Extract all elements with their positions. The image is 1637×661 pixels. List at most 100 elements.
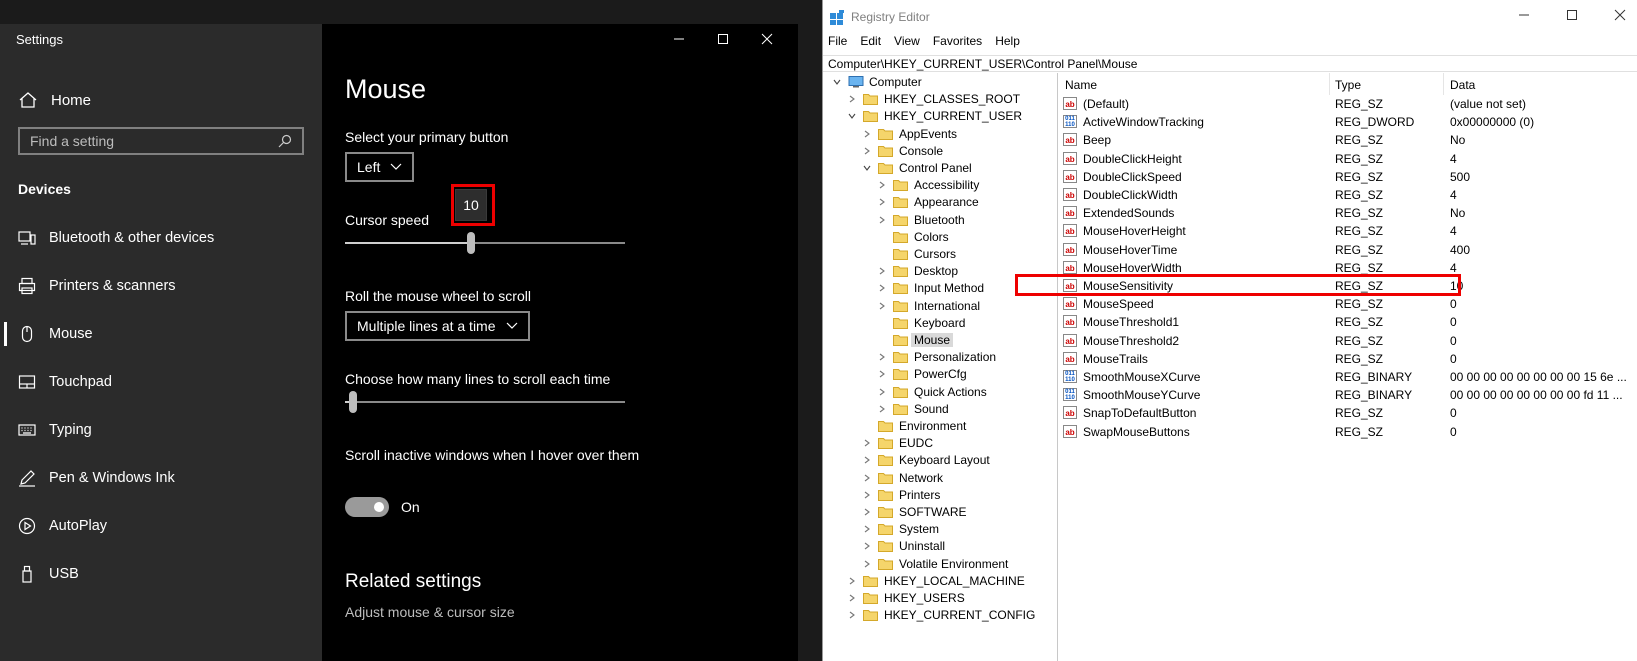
value-row[interactable]: ab SwapMouseButtons REG_SZ 0 — [1059, 423, 1637, 441]
chevron-right-icon[interactable] — [846, 575, 858, 587]
tree-node-input-method[interactable]: Input Method — [876, 279, 984, 297]
slider-thumb[interactable] — [349, 391, 357, 413]
home-nav-item[interactable]: Home — [18, 84, 308, 116]
tree-node-desktop[interactable]: Desktop — [876, 262, 958, 280]
menu-edit[interactable]: Edit — [860, 34, 881, 52]
chevron-right-icon[interactable] — [876, 300, 888, 312]
lines-slider[interactable] — [345, 391, 625, 413]
tree-node-hkey-current-user[interactable]: HKEY_CURRENT_USER — [846, 107, 1022, 125]
chevron-right-icon[interactable] — [861, 472, 873, 484]
tree-node-network[interactable]: Network — [861, 469, 943, 487]
chevron-right-icon[interactable] — [876, 179, 888, 191]
column-separator[interactable] — [1329, 73, 1330, 95]
tree-node-appearance[interactable]: Appearance — [876, 193, 979, 211]
nav-item-touchpad[interactable]: Touchpad — [0, 358, 322, 406]
tree-node-control-panel[interactable]: Control Panel — [861, 159, 972, 177]
chevron-down-icon[interactable] — [831, 76, 843, 88]
tree-node-printers[interactable]: Printers — [861, 486, 940, 504]
tree-node-keyboard-layout[interactable]: Keyboard Layout — [861, 451, 990, 469]
tree-node-accessibility[interactable]: Accessibility — [876, 176, 979, 194]
tree-node-colors[interactable]: Colors — [876, 228, 949, 246]
maximize-button[interactable] — [1565, 8, 1579, 22]
tree-node-hkey-local-machine[interactable]: HKEY_LOCAL_MACHINE — [846, 572, 1025, 590]
chevron-down-icon[interactable] — [861, 162, 873, 174]
nav-item-typing[interactable]: Typing — [0, 406, 322, 454]
value-row[interactable]: ab Beep REG_SZ No — [1059, 131, 1637, 149]
tree-node-cursors[interactable]: Cursors — [876, 245, 956, 263]
value-row[interactable]: ab DoubleClickHeight REG_SZ 4 — [1059, 150, 1637, 168]
value-row[interactable]: ab MouseThreshold1 REG_SZ 0 — [1059, 313, 1637, 331]
tree-node-appevents[interactable]: AppEvents — [861, 125, 957, 143]
inactive-scroll-toggle[interactable] — [345, 497, 389, 517]
slider-thumb[interactable] — [467, 232, 475, 254]
column-header-data[interactable]: Data — [1450, 78, 1475, 92]
tree-node-personalization[interactable]: Personalization — [876, 348, 996, 366]
column-header-name[interactable]: Name — [1065, 78, 1097, 92]
related-settings-link[interactable]: Adjust mouse & cursor size — [345, 604, 515, 620]
chevron-right-icon[interactable] — [876, 368, 888, 380]
value-row[interactable]: ab MouseThreshold2 REG_SZ 0 — [1059, 332, 1637, 350]
tree-node-hkey-classes-root[interactable]: HKEY_CLASSES_ROOT — [846, 90, 1020, 108]
chevron-right-icon[interactable] — [846, 592, 858, 604]
chevron-right-icon[interactable] — [861, 489, 873, 501]
menu-view[interactable]: View — [894, 34, 920, 52]
cursor-speed-slider[interactable] — [345, 232, 625, 254]
column-separator[interactable] — [1443, 73, 1444, 95]
chevron-right-icon[interactable] — [861, 558, 873, 570]
value-row[interactable]: ab MouseHoverTime REG_SZ 400 — [1059, 241, 1637, 259]
tree-node-uninstall[interactable]: Uninstall — [861, 537, 945, 555]
chevron-right-icon[interactable] — [861, 540, 873, 552]
chevron-right-icon[interactable] — [876, 214, 888, 226]
value-row[interactable]: ab MouseHoverHeight REG_SZ 4 — [1059, 222, 1637, 240]
chevron-right-icon[interactable] — [861, 128, 873, 140]
close-button[interactable] — [1613, 8, 1627, 22]
chevron-right-icon[interactable] — [861, 145, 873, 157]
value-row[interactable]: 011 110 ActiveWindowTracking REG_DWORD 0x000… — [1059, 113, 1637, 131]
chevron-right-icon[interactable] — [861, 506, 873, 518]
tree-node-hkey-users[interactable]: HKEY_USERS — [846, 589, 965, 607]
tree-node-powercfg[interactable]: PowerCfg — [876, 365, 967, 383]
value-row[interactable]: ab ExtendedSounds REG_SZ No — [1059, 204, 1637, 222]
chevron-right-icon[interactable] — [876, 403, 888, 415]
chevron-right-icon[interactable] — [876, 351, 888, 363]
primary-button-dropdown[interactable]: Left — [345, 152, 415, 182]
value-row[interactable]: ab MouseSpeed REG_SZ 0 — [1059, 295, 1637, 313]
tree-node-international[interactable]: International — [876, 297, 980, 315]
chevron-right-icon[interactable] — [846, 609, 858, 621]
nav-item-printers-scanners[interactable]: Printers & scanners — [0, 262, 322, 310]
search-icon[interactable] — [278, 134, 292, 148]
nav-item-mouse[interactable]: Mouse — [0, 310, 322, 358]
chevron-right-icon[interactable] — [861, 523, 873, 535]
value-row[interactable]: ab DoubleClickWidth REG_SZ 4 — [1059, 186, 1637, 204]
chevron-right-icon[interactable] — [876, 282, 888, 294]
value-row[interactable]: ab DoubleClickSpeed REG_SZ 500 — [1059, 168, 1637, 186]
tree-node-software[interactable]: SOFTWARE — [861, 503, 967, 521]
tree-node-environment[interactable]: Environment — [861, 417, 966, 435]
nav-item-bluetooth-other-devices[interactable]: Bluetooth & other devices — [0, 214, 322, 262]
chevron-down-icon[interactable] — [846, 110, 858, 122]
column-header-type[interactable]: Type — [1335, 78, 1361, 92]
tree-node-quick-actions[interactable]: Quick Actions — [876, 383, 987, 401]
value-row[interactable]: ab MouseTrails REG_SZ 0 — [1059, 350, 1637, 368]
tree-node-computer[interactable]: Computer — [831, 73, 922, 91]
chevron-right-icon[interactable] — [861, 437, 873, 449]
value-row[interactable]: 011 110 SmoothMouseYCurve REG_BINARY 00 00 0… — [1059, 386, 1637, 404]
tree-node-sound[interactable]: Sound — [876, 400, 949, 418]
scroll-dropdown[interactable]: Multiple lines at a time — [345, 311, 530, 341]
tree-node-hkey-current-config[interactable]: HKEY_CURRENT_CONFIG — [846, 606, 1035, 624]
tree-node-system[interactable]: System — [861, 520, 939, 538]
chevron-right-icon[interactable] — [876, 265, 888, 277]
value-row[interactable]: ab (Default) REG_SZ (value not set) — [1059, 95, 1637, 113]
tree-node-keyboard[interactable]: Keyboard — [876, 314, 965, 332]
nav-item-pen-windows-ink[interactable]: Pen & Windows Ink — [0, 454, 322, 502]
chevron-right-icon[interactable] — [876, 386, 888, 398]
tree-node-mouse[interactable]: Mouse — [876, 331, 954, 349]
tree-node-eudc[interactable]: EUDC — [861, 434, 933, 452]
value-row[interactable]: 011 110 SmoothMouseXCurve REG_BINARY 00 00 0… — [1059, 368, 1637, 386]
nav-item-autoplay[interactable]: AutoPlay — [0, 502, 322, 550]
tree-node-bluetooth[interactable]: Bluetooth — [876, 211, 965, 229]
menu-favorites[interactable]: Favorites — [933, 34, 982, 52]
minimize-button[interactable] — [1517, 8, 1531, 22]
search-input[interactable] — [30, 133, 270, 149]
chevron-right-icon[interactable] — [846, 93, 858, 105]
